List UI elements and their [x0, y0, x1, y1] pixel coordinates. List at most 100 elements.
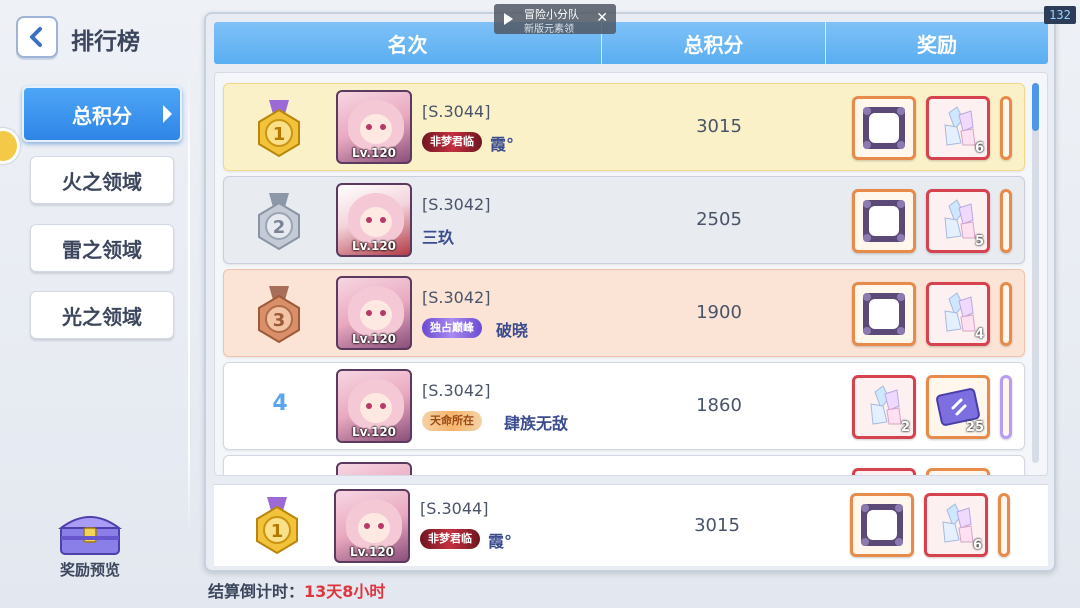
silver-medal-icon: 2	[258, 193, 300, 251]
chevron-left-icon	[30, 27, 42, 47]
player-name: 三玖	[422, 228, 455, 247]
ranking-row[interactable]: 2 Lv.120 [S.3042] 三玖 2505 5	[223, 176, 1025, 264]
ranking-list[interactable]: 1 Lv.120 [S.3044] 非梦君临 霞° 3015 6 2 Lv.12…	[214, 72, 1048, 476]
server-id: [S.3042]	[422, 288, 491, 307]
sidebar-divider	[188, 74, 190, 536]
avatar-frame-icon	[863, 107, 905, 149]
reward-count: 4	[974, 327, 984, 342]
player-level: Lv.120	[351, 146, 397, 160]
player-level: Lv.120	[349, 545, 395, 559]
title-badge: 天命所在	[422, 411, 482, 431]
svg-text:3: 3	[273, 310, 286, 331]
title-badge: 独占巅峰	[422, 318, 482, 338]
back-button[interactable]	[16, 16, 58, 58]
reward-item-crystal[interactable]: 4	[926, 282, 990, 346]
arrow-right-icon	[163, 105, 172, 123]
reward-item-avatar-frame[interactable]	[852, 189, 916, 253]
video-toast[interactable]: 冒险小分队 新版元素领 ✕	[494, 4, 616, 35]
tab-label: 总积分	[72, 103, 132, 128]
list-scrollbar[interactable]	[1032, 83, 1039, 463]
countdown-label: 结算倒计时：	[208, 582, 305, 601]
tab-label: 火之领域	[62, 169, 142, 194]
tab-total-score[interactable]: 总积分	[22, 86, 182, 142]
column-header-score: 总积分	[602, 22, 826, 64]
player-name: 霞°	[488, 532, 513, 551]
reward-count: 25	[965, 420, 984, 435]
reward-item-crystal[interactable]: 6	[924, 493, 988, 557]
tab-light-domain[interactable]: 光之领域	[30, 291, 174, 339]
reward-item-avatar-frame[interactable]	[852, 282, 916, 346]
server-id: [S.3042]	[422, 195, 491, 214]
bronze-medal-icon: 3	[258, 286, 300, 344]
tab-label: 雷之领域	[62, 237, 142, 262]
reward-preview-label: 奖励预览	[59, 561, 120, 579]
player-avatar[interactable]: Lv.120	[334, 489, 410, 563]
reward-item-crystal[interactable]: 6	[926, 96, 990, 160]
reward-item-partial[interactable]	[1000, 189, 1012, 253]
reward-item-ticket[interactable]: 25	[926, 375, 990, 439]
reward-item-partial[interactable]	[1000, 282, 1012, 346]
play-icon[interactable]	[504, 13, 513, 25]
reward-count: 5	[974, 234, 984, 249]
reward-item-crystal[interactable]	[852, 468, 916, 475]
server-id: [S.3042]	[422, 381, 491, 400]
ranking-row[interactable]: 3 Lv.120 [S.3042] 独占巅峰 破晓 1900 4	[223, 269, 1025, 357]
player-name: 霞°	[490, 135, 515, 154]
player-score: 3015	[696, 116, 742, 137]
reward-count: 6	[974, 141, 984, 156]
reward-item-ticket[interactable]	[926, 468, 990, 475]
treasure-chest-icon	[58, 516, 122, 555]
table-header: 名次 总积分 奖励	[214, 22, 1048, 64]
server-id: [S.3044]	[420, 499, 489, 518]
ranking-row[interactable]: 1 Lv.120 [S.3044] 非梦君临 霞° 3015 6	[223, 83, 1025, 171]
reward-item-partial[interactable]	[1000, 375, 1012, 439]
reward-count: 6	[972, 538, 982, 553]
player-level: Lv.120	[351, 239, 397, 253]
reward-item-avatar-frame[interactable]	[852, 96, 916, 160]
title-badge: 非梦君临	[420, 529, 480, 549]
column-header-reward: 奖励	[917, 32, 957, 57]
player-avatar[interactable]: Lv.120	[336, 276, 412, 350]
fps-counter: 132	[1044, 6, 1076, 24]
reward-item-crystal[interactable]: 2	[852, 375, 916, 439]
my-rank-row[interactable]: 1 Lv.120 [S.3044] 非梦君临 霞° 3015 6	[214, 484, 1048, 566]
svg-text:1: 1	[271, 521, 284, 542]
gold-medal-icon: 1	[258, 100, 300, 158]
toast-line-2: 新版元素领	[524, 24, 574, 35]
ranking-row[interactable]: 4 Lv.120 [S.3042] 天命所在 肆族无敌 1860 2 25	[223, 362, 1025, 450]
player-score: 2505	[696, 209, 742, 230]
tab-label: 光之领域	[62, 304, 142, 329]
reward-item-partial[interactable]	[1000, 96, 1012, 160]
avatar-frame-icon	[863, 293, 905, 335]
scrollbar-thumb[interactable]	[1032, 83, 1039, 131]
ranking-row-partial[interactable]	[223, 455, 1025, 475]
player-score: 1900	[696, 302, 742, 323]
svg-text:1: 1	[273, 124, 286, 145]
player-score: 3015	[694, 515, 740, 536]
tab-fire-domain[interactable]: 火之领域	[30, 156, 174, 204]
server-id: [S.3044]	[422, 102, 491, 121]
coin-icon[interactable]	[0, 128, 20, 164]
reward-item-partial[interactable]	[998, 493, 1010, 557]
player-level: Lv.120	[351, 332, 397, 346]
player-avatar[interactable]: Lv.120	[336, 369, 412, 443]
countdown-value: 13天8小时	[304, 582, 386, 601]
rank-number: 4	[272, 391, 288, 416]
gold-medal-icon: 1	[256, 497, 298, 555]
player-score: 1860	[696, 395, 742, 416]
reward-preview-button[interactable]: 奖励预览	[50, 510, 130, 580]
settlement-countdown: 结算倒计时：13天8小时	[208, 578, 385, 602]
svg-text:2: 2	[273, 217, 286, 238]
page-title: 排行榜	[71, 29, 140, 55]
avatar-frame-icon	[863, 200, 905, 242]
player-level: Lv.120	[351, 425, 397, 439]
avatar-frame-icon	[861, 504, 903, 546]
reward-item-crystal[interactable]: 5	[926, 189, 990, 253]
player-avatar[interactable]: Lv.120	[336, 90, 412, 164]
player-avatar[interactable]	[336, 462, 412, 475]
player-avatar[interactable]: Lv.120	[336, 183, 412, 257]
close-icon[interactable]: ✕	[596, 10, 608, 26]
reward-item-avatar-frame[interactable]	[850, 493, 914, 557]
tab-thunder-domain[interactable]: 雷之领域	[30, 224, 174, 272]
title-badge: 非梦君临	[422, 132, 482, 152]
